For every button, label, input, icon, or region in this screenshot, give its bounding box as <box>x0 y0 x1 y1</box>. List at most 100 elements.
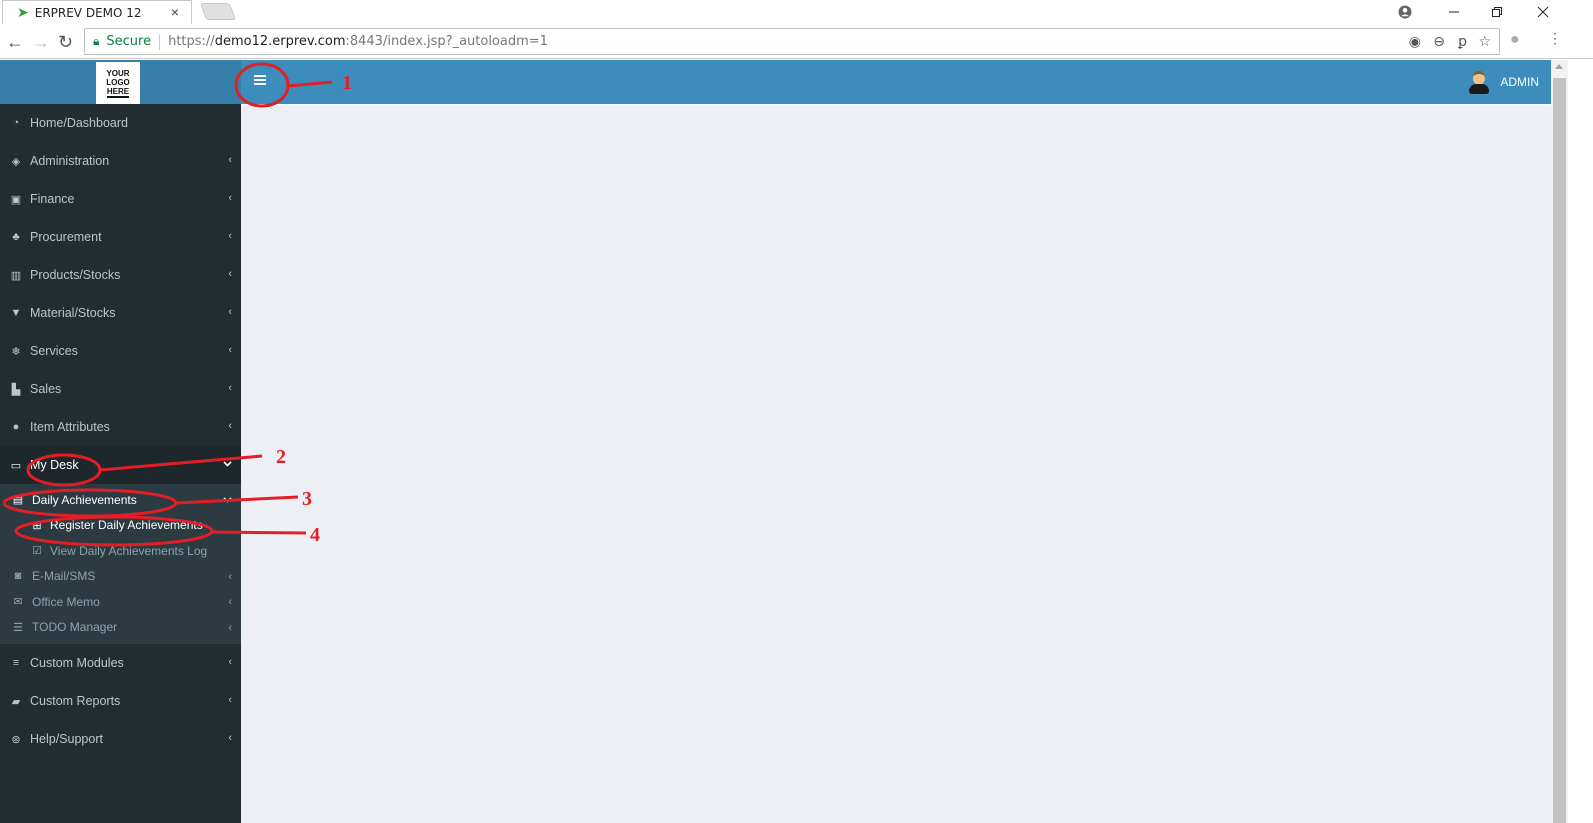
url-input[interactable]: 🔒︎ Secure https:// demo12.erprev.com :84… <box>84 28 1500 55</box>
content-top-border <box>241 104 1551 106</box>
chevron-left-icon: ‹ <box>228 694 232 706</box>
url-host: demo12.erprev.com <box>214 34 346 49</box>
sidebar-item-custom-modules[interactable]: ≡ Custom Modules ‹ <box>0 644 241 682</box>
sidebar-item-help-support[interactable]: ⊛ Help/Support ‹ <box>0 720 241 758</box>
submenu-item-email-sms[interactable]: ◙ E-Mail/SMS ‹ <box>0 564 241 590</box>
minimize-icon[interactable] <box>1431 0 1477 24</box>
secure-label: Secure <box>106 34 152 49</box>
chevron-left-icon: ‹ <box>228 621 232 634</box>
close-window-icon[interactable] <box>1520 0 1566 24</box>
sidebar-item-label: Finance <box>30 192 75 206</box>
desktop-icon: ▭ <box>10 459 22 472</box>
trash-bin-icon: ▼ <box>10 307 22 319</box>
zoom-out-icon[interactable]: ⊖ <box>1433 34 1445 50</box>
sidebar-item-label: My Desk <box>30 458 79 472</box>
sidebar-item-label: Material/Stocks <box>30 306 116 320</box>
chevron-down-icon <box>223 494 232 506</box>
annotation-label-1: 1 <box>342 72 352 94</box>
new-tab-button[interactable] <box>199 3 237 20</box>
my-desk-submenu: ▤ Daily Achievements ⊞ Register Daily Ac… <box>0 484 241 644</box>
sidebar-item-item-attributes[interactable]: ● Item Attributes ‹ <box>0 408 241 446</box>
sidebar-item-material-stocks[interactable]: ▼ Material/Stocks ‹ <box>0 294 241 332</box>
sidebar-item-custom-reports[interactable]: ▰ Custom Reports ‹ <box>0 682 241 720</box>
sidebar-item-label: Custom Modules <box>30 656 124 670</box>
key-icon[interactable]: ꝑ <box>1458 34 1467 50</box>
sidebar-item-sales[interactable]: ▙ Sales ‹ <box>0 370 241 408</box>
annotation-label-4: 4 <box>310 524 320 546</box>
dashboard-icon: ◔ <box>12 117 20 129</box>
scroll-thumb[interactable] <box>1553 78 1566 823</box>
sidebar-item-my-desk[interactable]: ▭ My Desk <box>0 446 241 484</box>
sidebar-item-label: Procurement <box>30 230 102 244</box>
restore-icon[interactable] <box>1474 0 1520 24</box>
profile-icon[interactable] <box>1382 0 1428 24</box>
submenu-item-view-daily-achievements-log[interactable]: ☑ View Daily Achievements Log <box>0 538 241 564</box>
extension-icon[interactable]: ● <box>1510 31 1520 49</box>
annotation-label-3: 3 <box>302 488 312 510</box>
menu-dots-icon[interactable]: ⋮ <box>1548 30 1562 47</box>
location-icon[interactable]: ◉ <box>1409 34 1421 50</box>
top-navbar: ADMIN <box>241 60 1551 104</box>
address-bar: ← → ↻ 🔒︎ Secure https:// demo12.erprev.c… <box>0 25 1593 59</box>
tag-icon: ◈ <box>11 155 21 168</box>
envelope-square-icon: ◙ <box>14 570 22 583</box>
sidebar-item-products-stocks[interactable]: ▥ Products/Stocks ‹ <box>0 256 241 294</box>
database-icon: ≡ <box>12 657 20 669</box>
sidebar-item-administration[interactable]: ◈ Administration ‹ <box>0 142 241 180</box>
tab-title: ERPREV DEMO 12 <box>34 5 142 20</box>
back-icon[interactable]: ← <box>6 32 24 53</box>
submenu-item-register-daily-achievements[interactable]: ⊞ Register Daily Achievements <box>0 513 241 539</box>
chevron-left-icon: ‹ <box>228 306 232 318</box>
server-icon: ☰ <box>13 621 23 634</box>
app-root: YOUR LOGO HERE ADMIN ◔ Home/Dashboard ◈ … <box>0 60 1551 823</box>
book-icon: ▰ <box>11 695 21 708</box>
chevron-left-icon: ‹ <box>228 656 232 668</box>
submenu-item-label: Register Daily Achievements <box>50 518 203 533</box>
chevron-left-icon: ‹ <box>228 382 232 394</box>
browser-tab[interactable]: ➤ ERPREV DEMO 12 × <box>2 0 192 24</box>
sidebar-item-home-dashboard[interactable]: ◔ Home/Dashboard <box>0 104 241 142</box>
window-edge <box>1568 60 1593 823</box>
forward-icon[interactable]: → <box>32 32 50 53</box>
sidebar-item-label: Home/Dashboard <box>30 116 128 130</box>
url-scheme: https:// <box>168 34 215 49</box>
sidebar-item-label: Item Attributes <box>30 420 110 434</box>
sidebar-item-label: Custom Reports <box>30 694 121 708</box>
building-icon: ▥ <box>10 269 22 282</box>
logo-line-2: LOGO <box>106 77 130 87</box>
calendar-check-icon: ☑ <box>32 545 42 558</box>
chevron-left-icon: ‹ <box>228 192 232 204</box>
sidebar-item-services[interactable]: ❄ Services ‹ <box>0 332 241 370</box>
cubes-icon: ♣ <box>12 231 20 243</box>
submenu-item-office-memo[interactable]: ✉ Office Memo ‹ <box>0 589 241 615</box>
chevron-down-icon <box>223 458 232 470</box>
logo-line-3: HERE <box>106 86 130 98</box>
hamburger-icon <box>254 75 266 85</box>
submenu-item-todo-manager[interactable]: ☰ TODO Manager ‹ <box>0 615 241 641</box>
submenu-item-daily-achievements[interactable]: ▤ Daily Achievements <box>0 487 241 513</box>
page-scrollbar[interactable] <box>1551 60 1568 823</box>
money-icon: ▣ <box>10 193 22 206</box>
sidebar-item-procurement[interactable]: ♣ Procurement ‹ <box>0 218 241 256</box>
sidebar-item-finance[interactable]: ▣ Finance ‹ <box>0 180 241 218</box>
chart-icon: ▤ <box>12 494 24 507</box>
scroll-up-icon[interactable] <box>1555 64 1563 69</box>
chevron-left-icon: ‹ <box>228 268 232 280</box>
cart-icon: ▙ <box>11 383 21 396</box>
user-menu[interactable]: ADMIN <box>1468 69 1539 95</box>
avatar <box>1468 69 1490 95</box>
logo-line-1: YOUR <box>106 68 130 78</box>
user-name: ADMIN <box>1500 75 1539 89</box>
lock-icon: 🔒︎ <box>93 34 100 48</box>
sidebar-item-label: Administration <box>30 154 110 168</box>
sidebar-item-label: Products/Stocks <box>30 268 121 282</box>
omnibox-separator <box>159 33 161 50</box>
star-icon[interactable]: ☆ <box>1478 34 1491 50</box>
submenu-item-label: E-Mail/SMS <box>32 569 96 584</box>
sidebar-toggle-button[interactable] <box>251 72 269 90</box>
life-ring-icon: ⊛ <box>11 733 21 746</box>
tab-close-icon[interactable]: × <box>171 4 179 20</box>
reload-icon[interactable]: ↻ <box>58 32 73 53</box>
sidebar: ◔ Home/Dashboard ◈ Administration ‹ ▣ Fi… <box>0 104 241 823</box>
logo[interactable]: YOUR LOGO HERE <box>96 62 140 104</box>
